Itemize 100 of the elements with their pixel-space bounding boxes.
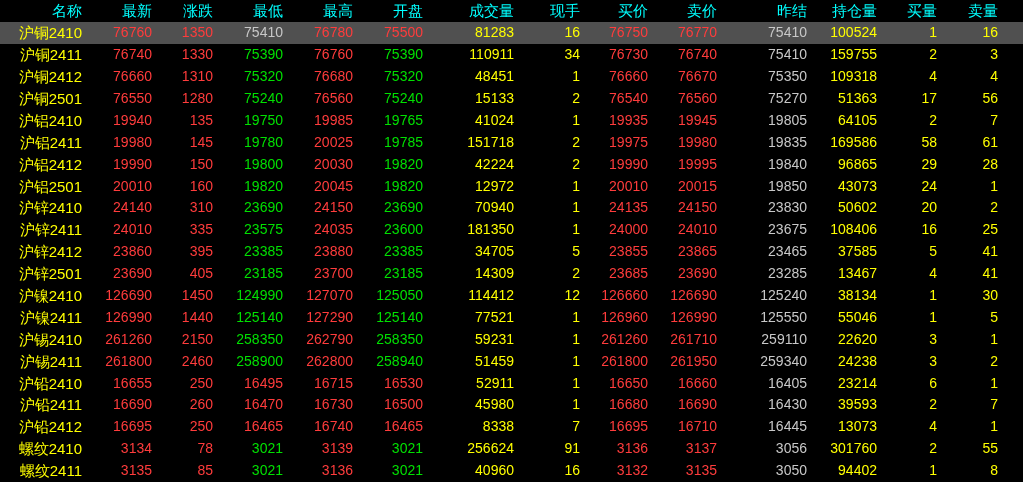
table-cell-text: 23855	[609, 242, 648, 262]
table-row[interactable]: 沪锌2410 24140 310 23690 24150 23690 70940 1 24135 24150 23830 50602 20 2	[0, 197, 1023, 219]
column-header[interactable]: 买价	[618, 0, 648, 22]
table-cell-text: 51459	[475, 351, 514, 371]
table-cell-text: 58	[921, 132, 937, 152]
column-header[interactable]: 卖量	[968, 0, 998, 22]
table-cell-text: 1	[929, 307, 937, 327]
table-cell-text: 16470	[244, 395, 283, 415]
table-cell-text: 100524	[830, 23, 877, 43]
table-row[interactable]: 螺纹2410 3134 78 3021 3139 3021 256624 91 3136 3137 3056 301760 2 55	[0, 437, 1023, 460]
column-header[interactable]: 涨跌	[183, 0, 213, 22]
table-cell-text: 1	[990, 373, 998, 393]
table-row[interactable]: 沪锌2412 23860 395 23385 23880 23385 34705 5 23855 23865 23465 37585 5 41	[0, 240, 1023, 263]
table-cell-text: 169586	[830, 132, 877, 152]
table-cell-text: 126990	[670, 307, 717, 327]
contract-name: 沪铜2411	[19, 45, 82, 66]
table-row[interactable]: 沪铅2412 16695 250 16465 16740 16465 8338 7 16695 16710 16445 13073 4 1	[0, 415, 1023, 438]
table-row[interactable]: 沪镍2411 126990 1440 125140 127290 125140 77521 1 126960 126990 125550 55046 1 5	[0, 306, 1023, 329]
table-cell-text: 23700	[314, 264, 353, 284]
table-cell-text: 70940	[475, 198, 514, 218]
table-cell-text: 261950	[670, 351, 717, 371]
table-cell-text: 23185	[384, 264, 423, 284]
table-cell-text: 75410	[768, 45, 807, 65]
table-cell-text: 85	[197, 461, 213, 481]
table-cell-text: 20015	[678, 176, 717, 196]
table-cell-text: 4	[929, 417, 937, 437]
table-cell-text: 135	[189, 110, 213, 130]
table-cell-text: 3056	[775, 439, 807, 459]
contract-name: 沪铜2412	[18, 67, 82, 88]
table-cell-text: 127290	[306, 307, 353, 327]
table-cell-text: 76540	[609, 89, 648, 108]
column-header[interactable]: 持仓量	[832, 0, 877, 22]
table-cell-text: 126690	[105, 286, 152, 305]
column-header[interactable]: 成交量	[469, 0, 514, 22]
table-row[interactable]: 沪锡2411 261800 2460 258900 262800 258940 51459 1 261800 261950 259340 24238 3 2	[0, 350, 1023, 373]
table-row[interactable]: 沪铝2411 19980 145 19780 20025 19785 151718 2 19975 19980 19835 169586 58 61	[0, 131, 1023, 154]
table-cell-text: 250	[189, 417, 213, 437]
table-row[interactable]: 沪铜2411 76740 1330 75390 76760 75390 110911 34 76730 76740 75410 159755 2 3	[0, 43, 1023, 66]
table-cell-text: 76550	[113, 89, 152, 108]
column-header[interactable]: 名称	[52, 0, 82, 22]
table-row[interactable]: 沪铜2410 76760 1350 75410 76780 75500 81283 16 76750 76770 75410 100524 1 16	[0, 21, 1023, 44]
table-cell-text: 2	[929, 110, 937, 130]
table-cell-text: 42224	[475, 154, 514, 174]
table-cell-text: 23675	[768, 220, 807, 240]
table-cell-text: 19835	[768, 132, 807, 152]
contract-name: 沪铅2410	[18, 373, 82, 394]
column-header[interactable]: 卖价	[687, 0, 717, 22]
table-cell-text: 310	[189, 198, 213, 218]
table-cell-text: 81283	[475, 23, 514, 43]
column-header[interactable]: 最低	[253, 0, 283, 22]
table-cell-text: 16495	[244, 373, 283, 393]
contract-name: 沪镍2410	[18, 286, 82, 306]
table-cell-text: 19805	[768, 110, 807, 130]
column-header[interactable]: 昨结	[777, 0, 807, 22]
table-row[interactable]: 沪锌2501 23690 405 23185 23700 23185 14309 2 23685 23690 23285 13467 4 41	[0, 262, 1023, 285]
column-header[interactable]: 买量	[907, 0, 937, 22]
table-cell-text: 1	[572, 176, 580, 196]
table-cell-text: 150	[189, 154, 213, 174]
table-cell-text: 77521	[475, 307, 514, 327]
table-cell-text: 301760	[830, 439, 877, 459]
contract-name: 螺纹2410	[18, 439, 82, 460]
table-cell-text: 16740	[314, 417, 353, 437]
table-row[interactable]: 螺纹2411 3135 85 3021 3136 3021 40960 16 3132 3135 3050 94402 1 8	[0, 459, 1023, 482]
table-row[interactable]: 沪铜2501 76550 1280 75240 76560 75240 15133 2 76540 76560 75270 51363 17 56	[0, 87, 1023, 110]
column-header[interactable]: 现手	[550, 0, 580, 22]
table-row[interactable]: 沪镍2410 126690 1450 124990 127070 125050 114412 12 126660 126690 125240 38134 1 30	[0, 284, 1023, 307]
table-cell-text: 43073	[838, 176, 877, 196]
table-cell-text: 2	[929, 395, 937, 415]
table-cell-text: 1	[572, 198, 580, 218]
column-header[interactable]: 最高	[323, 0, 353, 22]
table-cell-text: 2	[929, 45, 937, 65]
table-cell-text: 50602	[838, 198, 877, 218]
table-cell-text: 24150	[314, 198, 353, 218]
table-cell-text: 258350	[236, 329, 283, 349]
table-cell-text: 1	[572, 67, 580, 87]
table-cell-text: 181350	[467, 220, 514, 240]
table-row[interactable]: 沪铝2410 19940 135 19750 19985 19765 41024 1 19935 19945 19805 64105 2 7	[0, 109, 1023, 132]
table-cell-text: 2	[990, 198, 998, 218]
table-cell-text: 23575	[244, 220, 283, 240]
table-cell-text: 76560	[678, 89, 717, 108]
table-cell-text: 75410	[768, 23, 807, 43]
table-cell-text: 20	[921, 198, 937, 218]
column-header[interactable]: 最新	[122, 0, 152, 22]
column-header[interactable]: 开盘	[393, 0, 423, 22]
table-row[interactable]: 沪锌2411 24010 335 23575 24035 23600 181350 1 24000 24010 23675 108406 16 25	[0, 218, 1023, 241]
table-row[interactable]: 沪铜2412 76660 1310 75320 76680 75320 48451 1 76660 76670 75350 109318 4 4	[0, 65, 1023, 88]
table-row[interactable]: 沪铅2410 16655 250 16495 16715 16530 52911 1 16650 16660 16405 23214 6 1	[0, 372, 1023, 395]
table-cell-text: 19785	[384, 132, 423, 152]
table-cell-text: 23880	[314, 242, 353, 262]
table-row[interactable]: 沪铝2412 19990 150 19800 20030 19820 42224 2 19990 19995 19840 96865 29 28	[0, 153, 1023, 176]
table-cell-text: 19975	[609, 132, 648, 152]
table-cell-text: 3135	[120, 461, 152, 481]
table-cell-text: 145	[189, 132, 213, 152]
table-cell-text: 3021	[391, 439, 423, 459]
table-row[interactable]: 沪铝2501 20010 160 19820 20045 19820 12972 1 20010 20015 19850 43073 24 1	[0, 175, 1023, 197]
table-row[interactable]: 沪铅2411 16690 260 16470 16730 16500 45980 1 16680 16690 16430 39593 2 7	[0, 394, 1023, 416]
table-cell-text: 23285	[768, 264, 807, 284]
table-cell-text: 3021	[251, 461, 283, 481]
contract-name: 沪铅2412	[18, 417, 82, 438]
table-row[interactable]: 沪锡2410 261260 2150 258350 262790 258350 59231 1 261260 261710 259110 22620 3 1	[0, 328, 1023, 351]
